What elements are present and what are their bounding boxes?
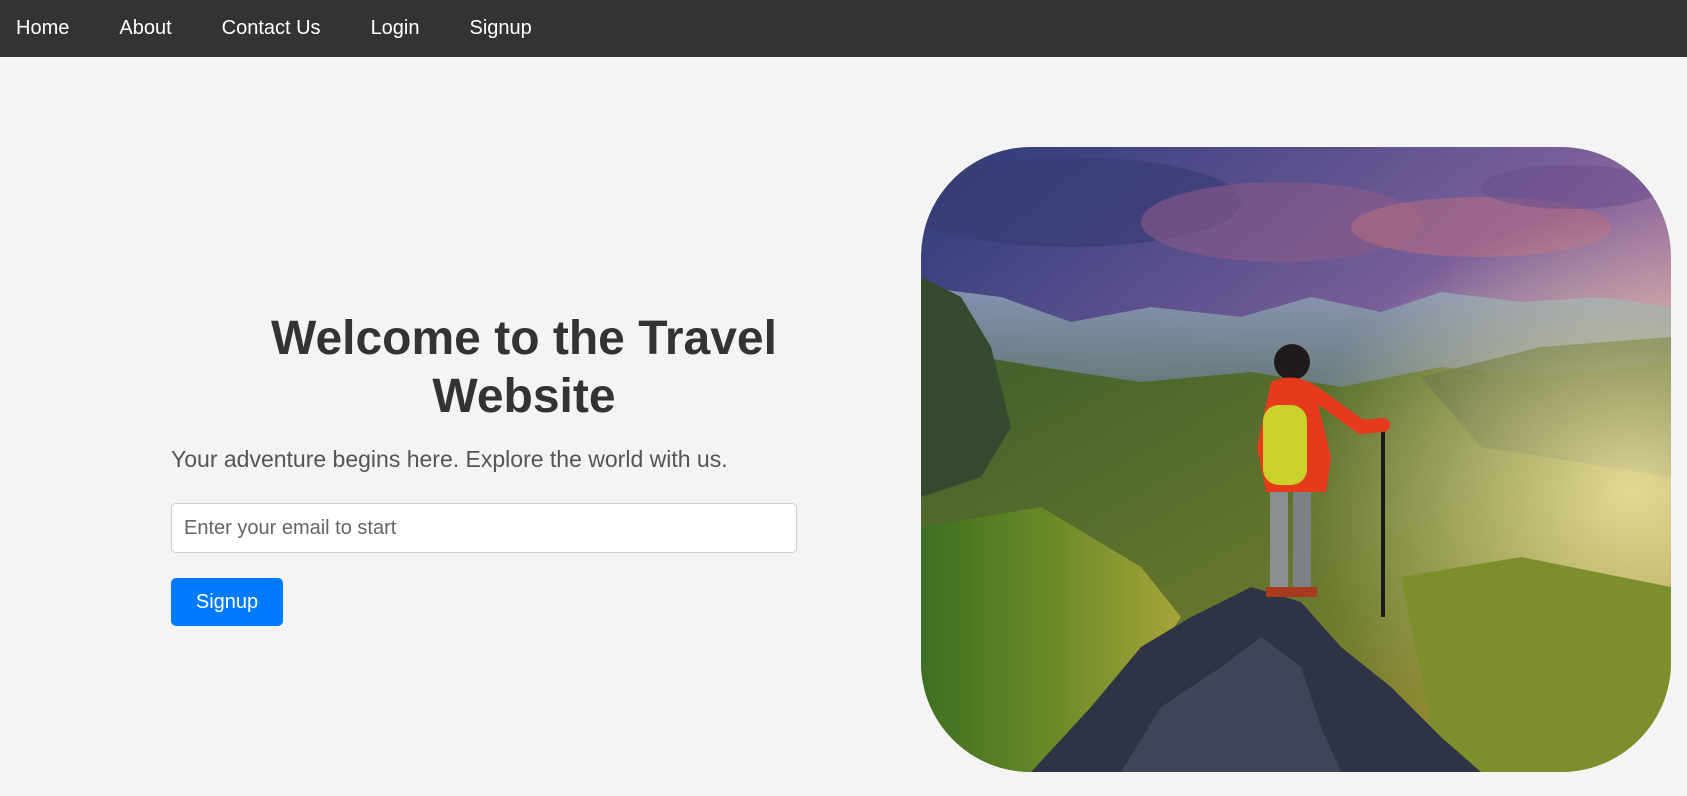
nav-contact-link[interactable]: Contact Us xyxy=(206,0,337,57)
hero-title: Welcome to the Travel Website xyxy=(271,312,777,423)
nav-signup-link[interactable]: Signup xyxy=(454,0,548,57)
hiker-landscape-image xyxy=(921,147,1671,772)
signup-button[interactable]: Signup xyxy=(171,578,283,626)
hero-image xyxy=(921,147,1671,772)
nav-about-link[interactable]: About xyxy=(103,0,187,57)
top-navbar: Home About Contact Us Login Signup xyxy=(0,0,1687,57)
nav-home-link[interactable]: Home xyxy=(0,0,85,57)
email-input[interactable] xyxy=(171,503,797,553)
nav-login-link[interactable]: Login xyxy=(355,0,436,57)
hero-section: Welcome to the Travel Website Your adven… xyxy=(171,310,797,626)
hero-subtitle: Your adventure begins here. Explore the … xyxy=(171,446,728,472)
